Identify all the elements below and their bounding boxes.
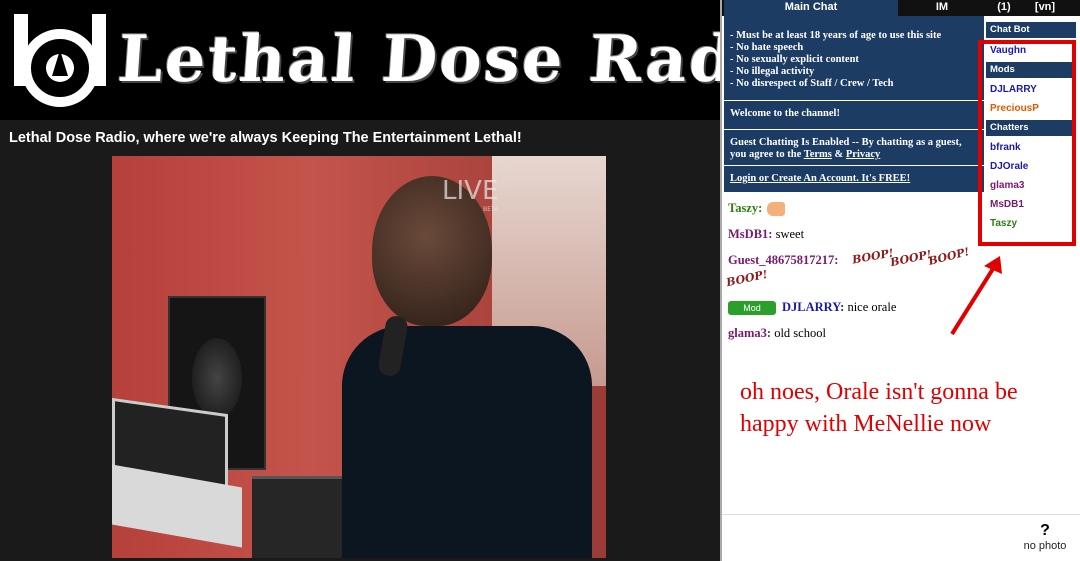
rule-item: - Must be at least 18 years of age to us… xyxy=(730,30,942,41)
userlist-header-chatbot: Chat Bot xyxy=(986,22,1076,38)
boop-sticker: BOOP! xyxy=(889,247,933,270)
no-photo-label: no photo xyxy=(1023,540,1067,552)
message-text: nice orale xyxy=(844,300,897,314)
chat-message: Taszy: xyxy=(728,201,786,217)
question-icon: ? xyxy=(1040,522,1050,539)
guest-note: Guest Chatting Is Enabled -- By chatting… xyxy=(730,137,962,160)
annotation-text: oh noes, Orale isn't gonna be happy with… xyxy=(740,379,1018,437)
message-nick[interactable]: Taszy: xyxy=(728,201,762,215)
rule-item: - No hate speech xyxy=(730,42,804,53)
chat-tabs: Main Chat IM (1) [vn] xyxy=(722,0,1080,16)
login-link[interactable]: Login or Create An Account. It's FREE! xyxy=(730,173,910,184)
rule-item: - No illegal activity xyxy=(730,66,815,77)
channel-notice: - Must be at least 18 years of age to us… xyxy=(724,16,984,192)
tab-im[interactable]: IM xyxy=(898,0,986,16)
tab-vn[interactable]: [vn] xyxy=(1022,0,1068,16)
mod-badge: Mod xyxy=(728,301,776,315)
welcome-message: Welcome to the channel! xyxy=(730,108,840,119)
chat-rules: - Must be at least 18 years of age to us… xyxy=(730,30,941,90)
message-text: old school xyxy=(771,326,826,340)
message-nick[interactable]: DJLARRY: xyxy=(782,300,844,314)
no-photo-avatar[interactable]: ? no photo xyxy=(1014,522,1076,558)
tab-main-chat[interactable]: Main Chat xyxy=(724,0,898,16)
arrow-icon xyxy=(950,256,1002,336)
video-stream[interactable]: LIVE BETA xyxy=(112,156,606,558)
logo-icon xyxy=(14,14,106,107)
boop-sticker: BOOP! xyxy=(725,267,769,290)
privacy-link[interactable]: Privacy xyxy=(846,149,880,160)
chat-message: Mod DJLARRY: nice orale xyxy=(728,300,896,315)
banner-title: Lethal Dose Radio xyxy=(115,22,720,97)
rule-item: - No sexually explicit content xyxy=(730,54,859,65)
chat-message: MsDB1: sweet xyxy=(728,227,804,242)
banner: Lethal Dose Radio xyxy=(0,0,720,120)
tagline: Lethal Dose Radio, where we're always Ke… xyxy=(9,130,522,146)
message-nick[interactable]: MsDB1: xyxy=(728,227,772,241)
thumbs-up-icon xyxy=(767,202,786,217)
rule-item: - No disrespect of Staff / Crew / Tech xyxy=(730,78,894,89)
boop-sticker: BOOP! xyxy=(851,246,895,267)
dj-person-image xyxy=(342,176,592,558)
live-watermark: LIVE BETA xyxy=(442,176,499,213)
message-nick[interactable]: glama3: xyxy=(728,326,771,340)
message-text: sweet xyxy=(772,227,805,241)
chat-panel: Main Chat IM (1) [vn] - Must be at least… xyxy=(722,0,1080,561)
terms-link[interactable]: Terms xyxy=(804,149,832,160)
highlight-box xyxy=(978,40,1076,246)
chat-message: glama3: old school xyxy=(728,326,826,341)
message-nick[interactable]: Guest_48675817217: xyxy=(728,253,838,267)
stream-panel: Lethal Dose Radio Lethal Dose Radio, whe… xyxy=(0,0,720,561)
chat-message: Guest_48675817217: xyxy=(728,253,838,268)
tab-im-count[interactable]: (1) xyxy=(986,0,1022,16)
